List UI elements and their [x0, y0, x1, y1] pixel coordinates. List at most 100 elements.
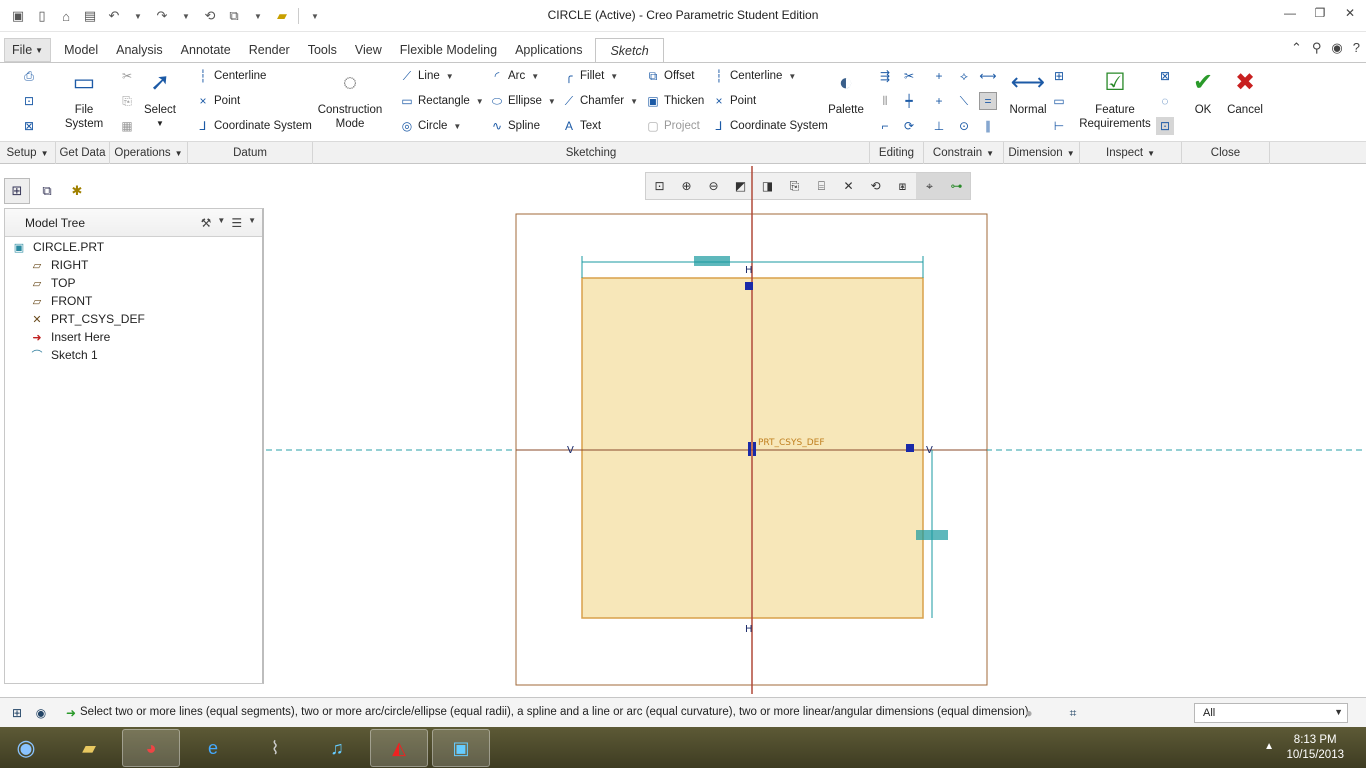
parallel-constraint-icon[interactable]: ∥ — [979, 117, 997, 135]
tab-file[interactable]: File ▼ — [4, 38, 52, 62]
perpendicular-constraint-icon[interactable]: ⊥ — [930, 117, 948, 135]
datum-coordinate-system-button[interactable]: ⅃ Coordinate System — [196, 119, 312, 133]
mirror-icon[interactable]: ⫴ — [876, 92, 894, 110]
tab-view[interactable]: View — [346, 38, 391, 62]
feature-requirements-button[interactable]: ☑ Feature Requirements — [1079, 67, 1151, 131]
selection-filter-select[interactable]: All ▼ — [1194, 703, 1348, 723]
chevron-down-icon[interactable]: ▼ — [217, 216, 225, 230]
circle-button[interactable]: ◎ Circle ▼ — [400, 119, 462, 133]
show-icon[interactable]: ☰ — [231, 216, 242, 230]
tree-item-sketch-1[interactable]: ⌒ Sketch 1 — [29, 346, 98, 364]
tab-model[interactable]: Model — [55, 38, 107, 62]
tree-item-right[interactable]: ▱ RIGHT — [29, 256, 89, 274]
midpoint-constraint-icon[interactable]: ⟍ — [955, 92, 973, 110]
favorites-icon[interactable]: ✱ — [64, 178, 90, 204]
chevron-down-icon[interactable]: ▼ — [248, 216, 256, 230]
sketch-coordinate-system-button[interactable]: ⅃ Coordinate System — [712, 119, 828, 133]
tab-applications[interactable]: Applications — [506, 38, 591, 62]
system-clock[interactable]: 8:13 PM 10/15/2013 — [1286, 733, 1344, 763]
fillet-button[interactable]: ╭ Fillet ▼ — [562, 69, 618, 83]
taskbar-acrobat[interactable]: ◭ — [370, 729, 428, 767]
graphics-area[interactable]: H H V V PRT_CSYS_DEF — [266, 166, 1366, 694]
tab-analysis[interactable]: Analysis — [107, 38, 172, 62]
group-inspect[interactable]: Inspect ▼ — [1080, 142, 1182, 164]
tree-item-top[interactable]: ▱ TOP — [29, 274, 76, 292]
taskbar-chrome[interactable]: ◕ — [122, 729, 180, 767]
taskbar-creo[interactable]: ▣ — [432, 729, 490, 767]
highlight-open-ends-icon[interactable]: ◌ — [1156, 92, 1174, 110]
minimize-ribbon-icon[interactable]: ⌃ — [1291, 40, 1302, 56]
delete-segment-icon[interactable]: ✂ — [900, 67, 918, 85]
perimeter-icon[interactable]: ⊞ — [1050, 67, 1068, 85]
show-hidden-icons[interactable]: ▲ — [1264, 741, 1274, 752]
text-button[interactable]: A Text — [562, 119, 601, 133]
datum-centerline-button[interactable]: ┆ Centerline — [196, 69, 266, 83]
horizontal-constraint-icon[interactable]: + — [930, 92, 948, 110]
folder-browser-icon[interactable]: ⧉ — [34, 178, 60, 204]
paste-icon[interactable]: ▦ — [118, 117, 136, 135]
thicken-button[interactable]: ▣ Thicken — [646, 94, 704, 108]
tab-annotate[interactable]: Annotate — [172, 38, 240, 62]
group-operations[interactable]: Operations ▼ — [110, 142, 188, 164]
search-icon[interactable]: ⚲ — [1312, 40, 1322, 56]
taskbar-itunes[interactable]: ♫ — [308, 729, 366, 767]
taskbar-explorer[interactable]: ▰ — [60, 729, 118, 767]
sketch-view-icon[interactable]: ⊡ — [20, 92, 38, 110]
group-dimension[interactable]: Dimension ▼ — [1004, 142, 1080, 164]
corner-icon[interactable]: ⌐ — [876, 117, 894, 135]
spline-button[interactable]: ∿ Spline — [490, 119, 540, 133]
overlapping-geometry-icon[interactable]: ⊠ — [1156, 67, 1174, 85]
chamfer-button[interactable]: ⟋ Chamfer ▼ — [562, 94, 638, 108]
divide-icon[interactable]: ┿ — [900, 92, 918, 110]
reference-dimension-icon[interactable]: ⊢ — [1050, 117, 1068, 135]
constraint-marker[interactable] — [906, 444, 914, 452]
start-button[interactable]: ◉ — [0, 729, 52, 767]
tree-settings-icon[interactable]: ⚒ — [201, 216, 212, 230]
height-dimension-value[interactable] — [916, 530, 948, 540]
baseline-icon[interactable]: ▭ — [1050, 92, 1068, 110]
width-dimension-value[interactable] — [694, 256, 730, 266]
ok-button[interactable]: ✔ OK — [1186, 67, 1220, 117]
vertical-constraint-icon[interactable]: + — [930, 67, 948, 85]
tab-sketch[interactable]: Sketch — [595, 38, 664, 62]
group-setup[interactable]: Setup ▼ — [0, 142, 56, 164]
navigator-toggle-icon[interactable]: ⊞ — [8, 704, 26, 722]
tree-item-front[interactable]: ▱ FRONT — [29, 292, 93, 310]
symmetric-constraint-icon[interactable]: ⟷ — [979, 67, 997, 85]
sketch-centerline-button[interactable]: ┆ Centerline ▼ — [712, 69, 796, 83]
references-icon[interactable]: ⊠ — [20, 117, 38, 135]
palette-button[interactable]: ◐ Palette — [826, 67, 866, 117]
normal-dimension-button[interactable]: ⟷ Normal — [1008, 67, 1048, 117]
rectangle-button[interactable]: ▭ Rectangle ▼ — [400, 94, 483, 108]
help-icon[interactable]: ? — [1353, 40, 1360, 56]
line-button[interactable]: ⟋ Line ▼ — [400, 69, 454, 83]
cut-icon[interactable]: ✂ — [118, 67, 136, 85]
restore-icon[interactable]: ❐ — [1312, 5, 1328, 21]
tree-item-insert-here[interactable]: ➜ Insert Here — [29, 328, 110, 346]
model-tree-tab-icon[interactable]: ⊞ — [4, 178, 30, 204]
shade-closed-loops-icon[interactable]: ⊡ — [1156, 117, 1174, 135]
constraint-marker[interactable] — [753, 442, 756, 456]
taskbar-microphone[interactable]: ⌇ — [246, 729, 304, 767]
community-icon[interactable]: ◉ — [1331, 40, 1342, 56]
project-button[interactable]: ▢ Project — [646, 119, 699, 133]
tab-render[interactable]: Render — [240, 38, 299, 62]
file-system-button[interactable]: ▭ File System — [62, 67, 106, 131]
close-icon[interactable]: ✕ — [1342, 5, 1358, 21]
tab-flexible-modeling[interactable]: Flexible Modeling — [391, 38, 506, 62]
sketch-point-button[interactable]: × Point — [712, 94, 756, 108]
offset-button[interactable]: ⧉ Offset — [646, 69, 695, 83]
cancel-button[interactable]: ✖ Cancel — [1224, 67, 1266, 117]
minimize-icon[interactable]: — — [1282, 5, 1298, 21]
arc-button[interactable]: ◜ Arc ▼ — [490, 69, 540, 83]
tree-item-circle-prt[interactable]: ▣ CIRCLE.PRT — [11, 238, 104, 256]
constraint-marker[interactable] — [745, 282, 753, 290]
modify-icon[interactable]: ⇶ — [876, 67, 894, 85]
constraint-marker[interactable] — [748, 442, 751, 456]
rotate-resize-icon[interactable]: ⟳ — [900, 117, 918, 135]
select-button[interactable]: ➚ Select ▼ — [140, 67, 180, 131]
browser-toggle-icon[interactable]: ◉ — [32, 704, 50, 722]
taskbar-internet-explorer[interactable]: e — [184, 729, 242, 767]
tree-item-prt-csys-def[interactable]: ✕ PRT_CSYS_DEF — [29, 310, 144, 328]
group-constrain[interactable]: Constrain ▼ — [924, 142, 1004, 164]
